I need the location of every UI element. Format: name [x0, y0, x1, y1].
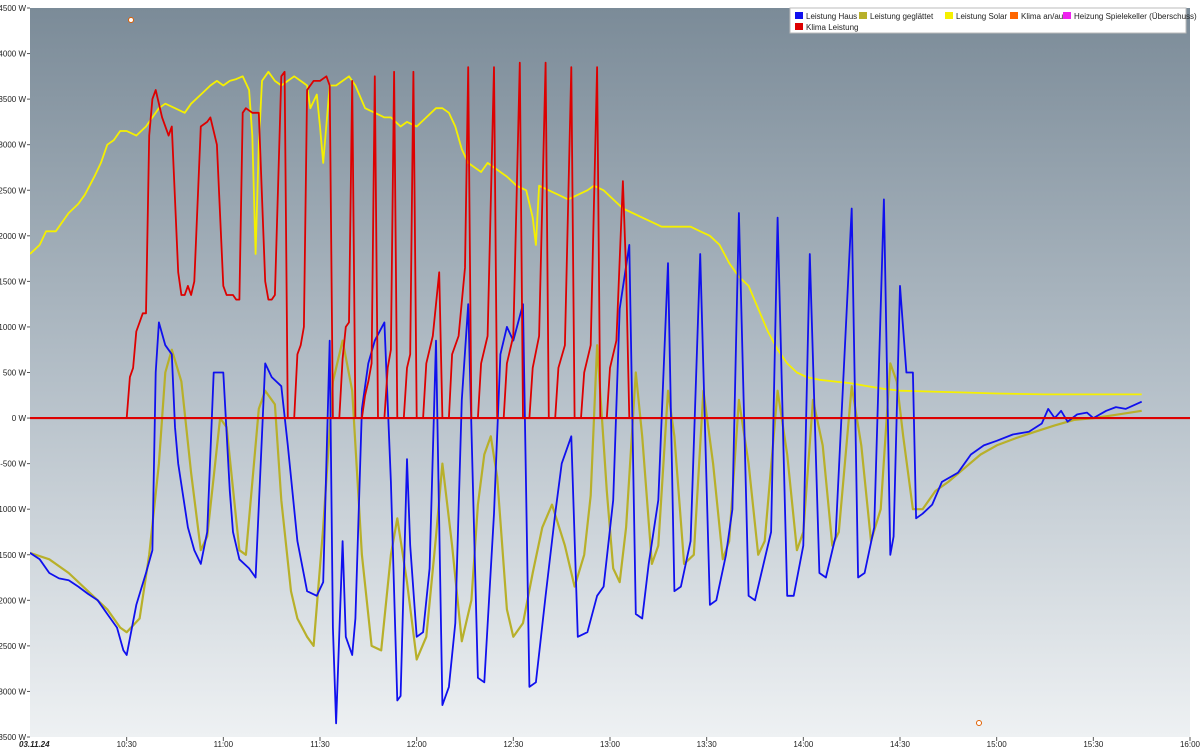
- y-tick-label: 2500 W: [0, 186, 26, 195]
- y-tick-label: 1000 W: [0, 323, 26, 332]
- x-tick-label: 15:00: [987, 740, 1008, 749]
- y-tick-label: -500 W: [0, 460, 26, 469]
- legend-swatch: [795, 12, 803, 19]
- x-tick-label: 14:30: [890, 740, 911, 749]
- y-tick-label: 2000 W: [0, 232, 26, 241]
- legend-label: Klima Leistung: [806, 23, 858, 32]
- y-tick-label: 500 W: [3, 369, 27, 378]
- x-tick-label: 13:00: [600, 740, 621, 749]
- legend-label: Leistung geglättet: [870, 12, 934, 21]
- y-tick-label: 4500 W: [0, 4, 26, 13]
- x-tick-label: 14:00: [793, 740, 814, 749]
- y-axis: 4500 W 4000 W 3500 W 3000 W 2500 W 2000 W 1500…: [0, 4, 30, 742]
- legend-swatch: [859, 12, 867, 19]
- date-label: 03.11.24: [19, 740, 50, 749]
- y-tick-label: 1500 W: [0, 277, 26, 286]
- x-tick-label: 13:30: [697, 740, 718, 749]
- y-tick-label: 0 W: [12, 414, 27, 423]
- power-chart: 4500 W 4000 W 3500 W 3000 W 2500 W 2000 W 1500…: [0, 4, 1200, 749]
- x-tick-label: 11:30: [310, 740, 330, 749]
- legend-swatch: [945, 12, 953, 19]
- y-tick-label: -2000 W: [0, 596, 26, 605]
- x-tick-label: 15:30: [1083, 740, 1104, 749]
- legend-swatch: [1063, 12, 1071, 19]
- y-tick-label: 3500 W: [0, 95, 26, 104]
- legend: Leistung Haus Leistung geglättet Leistung …: [789, 7, 1197, 34]
- legend-label: Leistung Haus: [806, 12, 857, 21]
- marker-top: [128, 17, 134, 23]
- y-tick-label: -1000 W: [0, 505, 26, 514]
- legend-swatch: [795, 23, 803, 30]
- x-tick-label: 12:30: [503, 740, 524, 749]
- x-tick-label: 12:00: [407, 740, 428, 749]
- y-tick-label: -1500 W: [0, 551, 26, 560]
- x-axis: 10:30 11:00 11:30 12:00 12:30 13:00 13:30 14:00…: [117, 737, 1200, 749]
- x-tick-label: 16:00: [1180, 740, 1200, 749]
- legend-label: Leistung Solar: [956, 12, 1007, 21]
- marker-bottom: [976, 720, 982, 726]
- y-tick-label: 4000 W: [0, 50, 26, 59]
- x-tick-label: 11:00: [214, 740, 234, 749]
- x-tick-label: 10:30: [117, 740, 138, 749]
- legend-label: Heizung Spielekeller (Überschuss): [1074, 12, 1197, 21]
- y-tick-label: -3000 W: [0, 687, 26, 696]
- legend-label: Klima an/aus: [1021, 12, 1067, 21]
- y-tick-label: 3000 W: [0, 141, 26, 150]
- y-tick-label: -2500 W: [0, 642, 26, 651]
- legend-swatch: [1010, 12, 1018, 19]
